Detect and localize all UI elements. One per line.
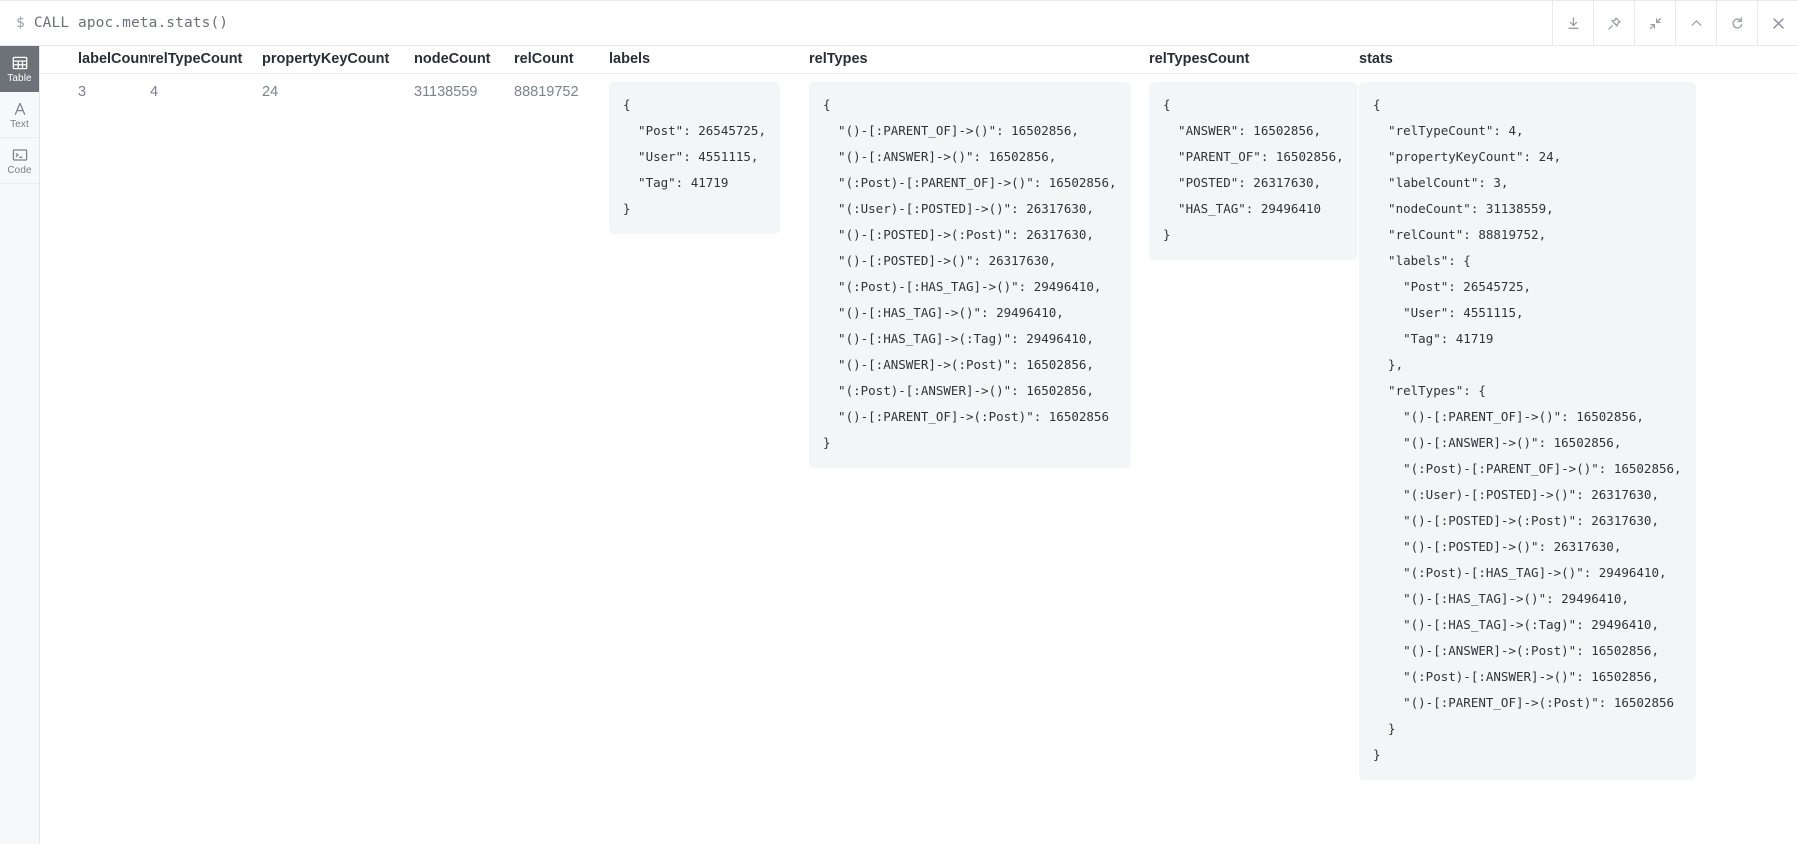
download-icon[interactable] [1552,1,1593,45]
cell-relTypes: { "()-[:PARENT_OF]->()": 16502856, "()-[… [809,82,1149,468]
neo4j-browser-result-frame: $ CALL apoc.meta.stats() Table Text Code… [0,0,1798,844]
sidebar-item-code[interactable]: Code [0,138,39,184]
chevron-up-icon[interactable] [1675,1,1716,45]
frame-body: Table Text Code labelCount relTypeCount … [0,46,1798,844]
table-row: 3 4 24 31138559 88819752 { "Post": 26545… [40,74,1798,780]
result-table-area[interactable]: labelCount relTypeCount propertyKeyCount… [40,46,1798,844]
sidebar-item-table-label: Table [7,73,32,84]
sidebar-item-code-label: Code [7,165,32,176]
frame-action-buttons [1552,1,1798,45]
labels-json: { "Post": 26545725, "User": 4551115, "Ta… [609,82,780,234]
contract-icon[interactable] [1634,1,1675,45]
query-text[interactable]: $ CALL apoc.meta.stats() [0,1,1552,45]
table-icon [12,55,28,71]
pin-icon[interactable] [1593,1,1634,45]
query-string: CALL apoc.meta.stats() [33,15,229,31]
cell-propertyKeyCount: 24 [262,84,279,100]
cell-relCount: 88819752 [514,84,579,100]
column-header-labelCount[interactable]: labelCount [40,51,150,67]
column-header-stats[interactable]: stats [1359,51,1659,67]
close-icon[interactable] [1757,1,1798,45]
cell-labels: { "Post": 26545725, "User": 4551115, "Ta… [609,82,809,234]
stats-json: { "relTypeCount": 4, "propertyKeyCount":… [1359,82,1696,780]
result-table: labelCount relTypeCount propertyKeyCount… [40,46,1798,780]
cell-relTypesCount: { "ANSWER": 16502856, "PARENT_OF": 16502… [1149,82,1359,260]
cell-stats: { "relTypeCount": 4, "propertyKeyCount":… [1359,82,1696,780]
column-header-nodeCount[interactable]: nodeCount [414,51,514,67]
sidebar-item-text-label: Text [10,119,29,130]
table-header-row: labelCount relTypeCount propertyKeyCount… [40,46,1798,74]
reltypes-json: { "()-[:PARENT_OF]->()": 16502856, "()-[… [809,82,1131,468]
column-header-relCount[interactable]: relCount [514,51,609,67]
text-icon [12,101,28,117]
refresh-icon[interactable] [1716,1,1757,45]
column-header-relTypeCount[interactable]: relTypeCount [150,51,262,67]
cell-relTypeCount: 4 [150,84,159,100]
column-header-relTypes[interactable]: relTypes [809,51,1149,67]
view-switcher-sidebar: Table Text Code [0,46,40,844]
cell-nodeCount: 31138559 [414,84,478,100]
column-header-relTypesCount[interactable]: relTypesCount [1149,51,1359,67]
query-editor-bar: $ CALL apoc.meta.stats() [0,0,1798,46]
code-icon [12,147,28,163]
reltypescount-json: { "ANSWER": 16502856, "PARENT_OF": 16502… [1149,82,1358,260]
column-header-propertyKeyCount[interactable]: propertyKeyCount [262,51,414,67]
column-header-labels[interactable]: labels [609,51,809,67]
sidebar-item-table[interactable]: Table [0,46,39,92]
cell-labelCount: 3 [78,84,87,100]
prompt-symbol: $ [16,15,25,31]
sidebar-item-text[interactable]: Text [0,92,39,138]
